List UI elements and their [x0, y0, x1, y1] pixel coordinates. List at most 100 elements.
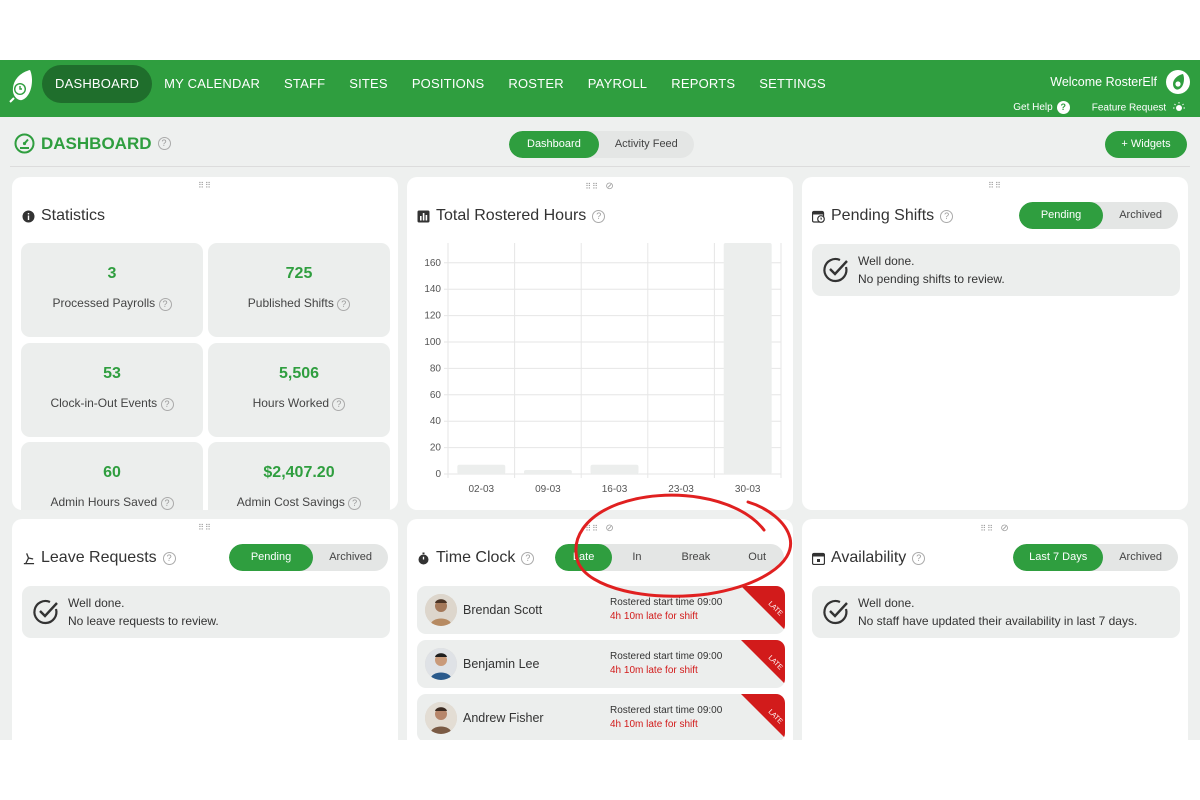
- dashboard-view-tabs: Dashboard Activity Feed: [509, 131, 694, 158]
- stat-admin-hours-saved: 60 Admin Hours Saved ?: [21, 442, 203, 510]
- staff-avatar: [425, 594, 457, 626]
- beach-chair-icon: [23, 552, 35, 564]
- drag-handle-icon[interactable]: ⠿⠿ ⊘: [980, 523, 1010, 534]
- tab-pending[interactable]: Pending: [1018, 202, 1104, 229]
- check-circle-icon: [823, 599, 848, 625]
- stat-label: Published Shifts: [247, 296, 334, 310]
- help-icon[interactable]: ?: [912, 551, 926, 565]
- check-circle-icon: [823, 257, 848, 283]
- lightbulb-icon: [1173, 101, 1185, 111]
- rostered-start-time: Rostered start time 09:00: [610, 651, 723, 662]
- nav-staff[interactable]: STAFF: [272, 65, 337, 103]
- leave-requests-title: Leave Requests ?: [22, 549, 176, 567]
- help-icon[interactable]: ?: [337, 298, 351, 311]
- page-title-text: DASHBOARD: [41, 133, 152, 153]
- nav-my-calendar[interactable]: MY CALENDAR: [152, 65, 272, 103]
- stat-value: 5,506: [278, 365, 320, 382]
- hide-icon[interactable]: ⊘: [1000, 523, 1009, 534]
- late-duration: 4h 10m late for shift: [610, 665, 698, 676]
- drag-handle-icon[interactable]: ⠿⠿: [988, 181, 1002, 190]
- stat-value: 3: [107, 265, 117, 282]
- page-title: DASHBOARD ?: [14, 133, 171, 154]
- message-line-2: No leave requests to review.: [68, 614, 219, 628]
- nav-dashboard[interactable]: DASHBOARD: [42, 65, 153, 103]
- feature-request-label: Feature Request: [1091, 102, 1167, 114]
- help-icon[interactable]: ?: [160, 398, 174, 411]
- help-icon[interactable]: ?: [332, 398, 346, 411]
- rostered-start-time: Rostered start time 09:00: [610, 705, 723, 716]
- tab-archived[interactable]: Archived: [1103, 202, 1178, 229]
- availability-card: ⠿⠿ ⊘ Availability ? Last 7 Days Archived…: [802, 519, 1188, 740]
- add-widgets-button[interactable]: + Widgets: [1105, 131, 1187, 158]
- time-clock-row[interactable]: Benjamin Lee Rostered start time 09:00 4…: [417, 640, 785, 688]
- statistics-title-text: Statistics: [41, 207, 106, 224]
- message-line-2: No pending shifts to review.: [858, 272, 1005, 286]
- nav-payroll[interactable]: PAYROLL: [576, 65, 659, 103]
- nav-settings[interactable]: SETTINGS: [747, 65, 838, 103]
- tab-archived[interactable]: Archived: [1103, 544, 1178, 571]
- y-tick-label: 140: [424, 284, 441, 295]
- calendar-icon: [812, 552, 825, 565]
- pending-shifts-title: Pending Shifts ?: [812, 207, 954, 225]
- help-icon[interactable]: ?: [157, 137, 171, 150]
- nav-positions[interactable]: POSITIONS: [400, 65, 497, 103]
- stopwatch-icon: [418, 552, 429, 564]
- pending-shifts-title-text: Pending Shifts: [831, 207, 935, 224]
- tab-archived[interactable]: Archived: [313, 544, 388, 571]
- help-icon[interactable]: ?: [162, 551, 176, 565]
- staff-name: Brendan Scott: [463, 603, 543, 617]
- help-icon: ?: [1056, 101, 1070, 114]
- welcome-text[interactable]: Welcome RosterElf: [1050, 75, 1157, 89]
- drag-handle-icon[interactable]: ⠿⠿: [198, 181, 212, 190]
- rostered-hours-card: ⠿⠿ ⊘ Total Rostered Hours ? 0 20 40 60 80 100…: [407, 177, 793, 510]
- stat-clock-events: 53 Clock-in-Out Events ?: [21, 343, 203, 437]
- stat-label: Hours Worked: [252, 396, 330, 410]
- help-icon[interactable]: ?: [940, 209, 954, 223]
- get-help-label: Get Help: [1013, 102, 1053, 113]
- staff-name: Andrew Fisher: [463, 711, 544, 725]
- tab-activity-feed[interactable]: Activity Feed: [599, 131, 694, 158]
- help-icon[interactable]: ?: [348, 497, 362, 510]
- nav-roster[interactable]: ROSTER: [496, 65, 575, 103]
- message-line-1: Well done.: [858, 254, 915, 268]
- late-ribbon: LATE: [741, 640, 785, 684]
- nav-reports[interactable]: REPORTS: [659, 65, 747, 103]
- help-icon[interactable]: ?: [521, 551, 535, 565]
- message-line-2: No staff have updated their availability…: [858, 614, 1138, 628]
- check-circle-icon: [33, 599, 58, 625]
- leave-requests-card: ⠿⠿ Leave Requests ? Pending Archived Wel…: [12, 519, 398, 740]
- message-line-1: Well done.: [858, 596, 915, 610]
- stat-label: Clock-in-Out Events: [50, 396, 158, 410]
- person-photo-icon: [425, 594, 457, 626]
- help-icon[interactable]: ?: [158, 298, 172, 311]
- x-tick-label: 02-03: [469, 484, 495, 495]
- leave-requests-tabs: Pending Archived: [228, 544, 388, 571]
- y-tick-label: 160: [424, 258, 441, 269]
- tab-pending[interactable]: Pending: [228, 544, 314, 571]
- tab-last-7-days[interactable]: Last 7 Days: [1013, 544, 1104, 571]
- user-avatar-icon: [1173, 74, 1184, 90]
- stat-published-shifts: 725 Published Shifts ?: [208, 243, 390, 337]
- chart-bar: [590, 464, 639, 474]
- help-icon[interactable]: ?: [160, 497, 174, 510]
- stat-value: 53: [103, 365, 121, 382]
- tab-dashboard[interactable]: Dashboard: [509, 131, 599, 158]
- nav-sites[interactable]: SITES: [337, 65, 400, 103]
- rosterelf-logo-icon[interactable]: [8, 68, 34, 104]
- stat-value: $2,407.20: [263, 464, 335, 481]
- time-clock-title-text: Time Clock: [436, 549, 516, 566]
- y-tick-label: 80: [430, 363, 442, 374]
- chart-bar: [523, 470, 572, 474]
- get-help-link[interactable]: Get Help?: [1013, 101, 1070, 114]
- pending-shifts-card: ⠿⠿ Pending Shifts ? Pending Archived Wel…: [802, 177, 1188, 510]
- y-tick-label: 40: [430, 416, 442, 427]
- user-avatar[interactable]: [1166, 70, 1190, 94]
- drag-handle-icon[interactable]: ⠿⠿: [198, 523, 212, 532]
- y-tick-label: 100: [424, 337, 441, 348]
- time-clock-row[interactable]: Andrew Fisher Rostered start time 09:00 …: [417, 694, 785, 740]
- leave-requests-title-text: Leave Requests: [41, 549, 157, 566]
- feature-request-link[interactable]: Feature Request: [1091, 101, 1186, 114]
- main-nav: DASHBOARD MY CALENDAR STAFF SITES POSITI…: [42, 65, 838, 103]
- y-tick-label: 0: [435, 469, 441, 480]
- message-line-1: Well done.: [68, 596, 125, 610]
